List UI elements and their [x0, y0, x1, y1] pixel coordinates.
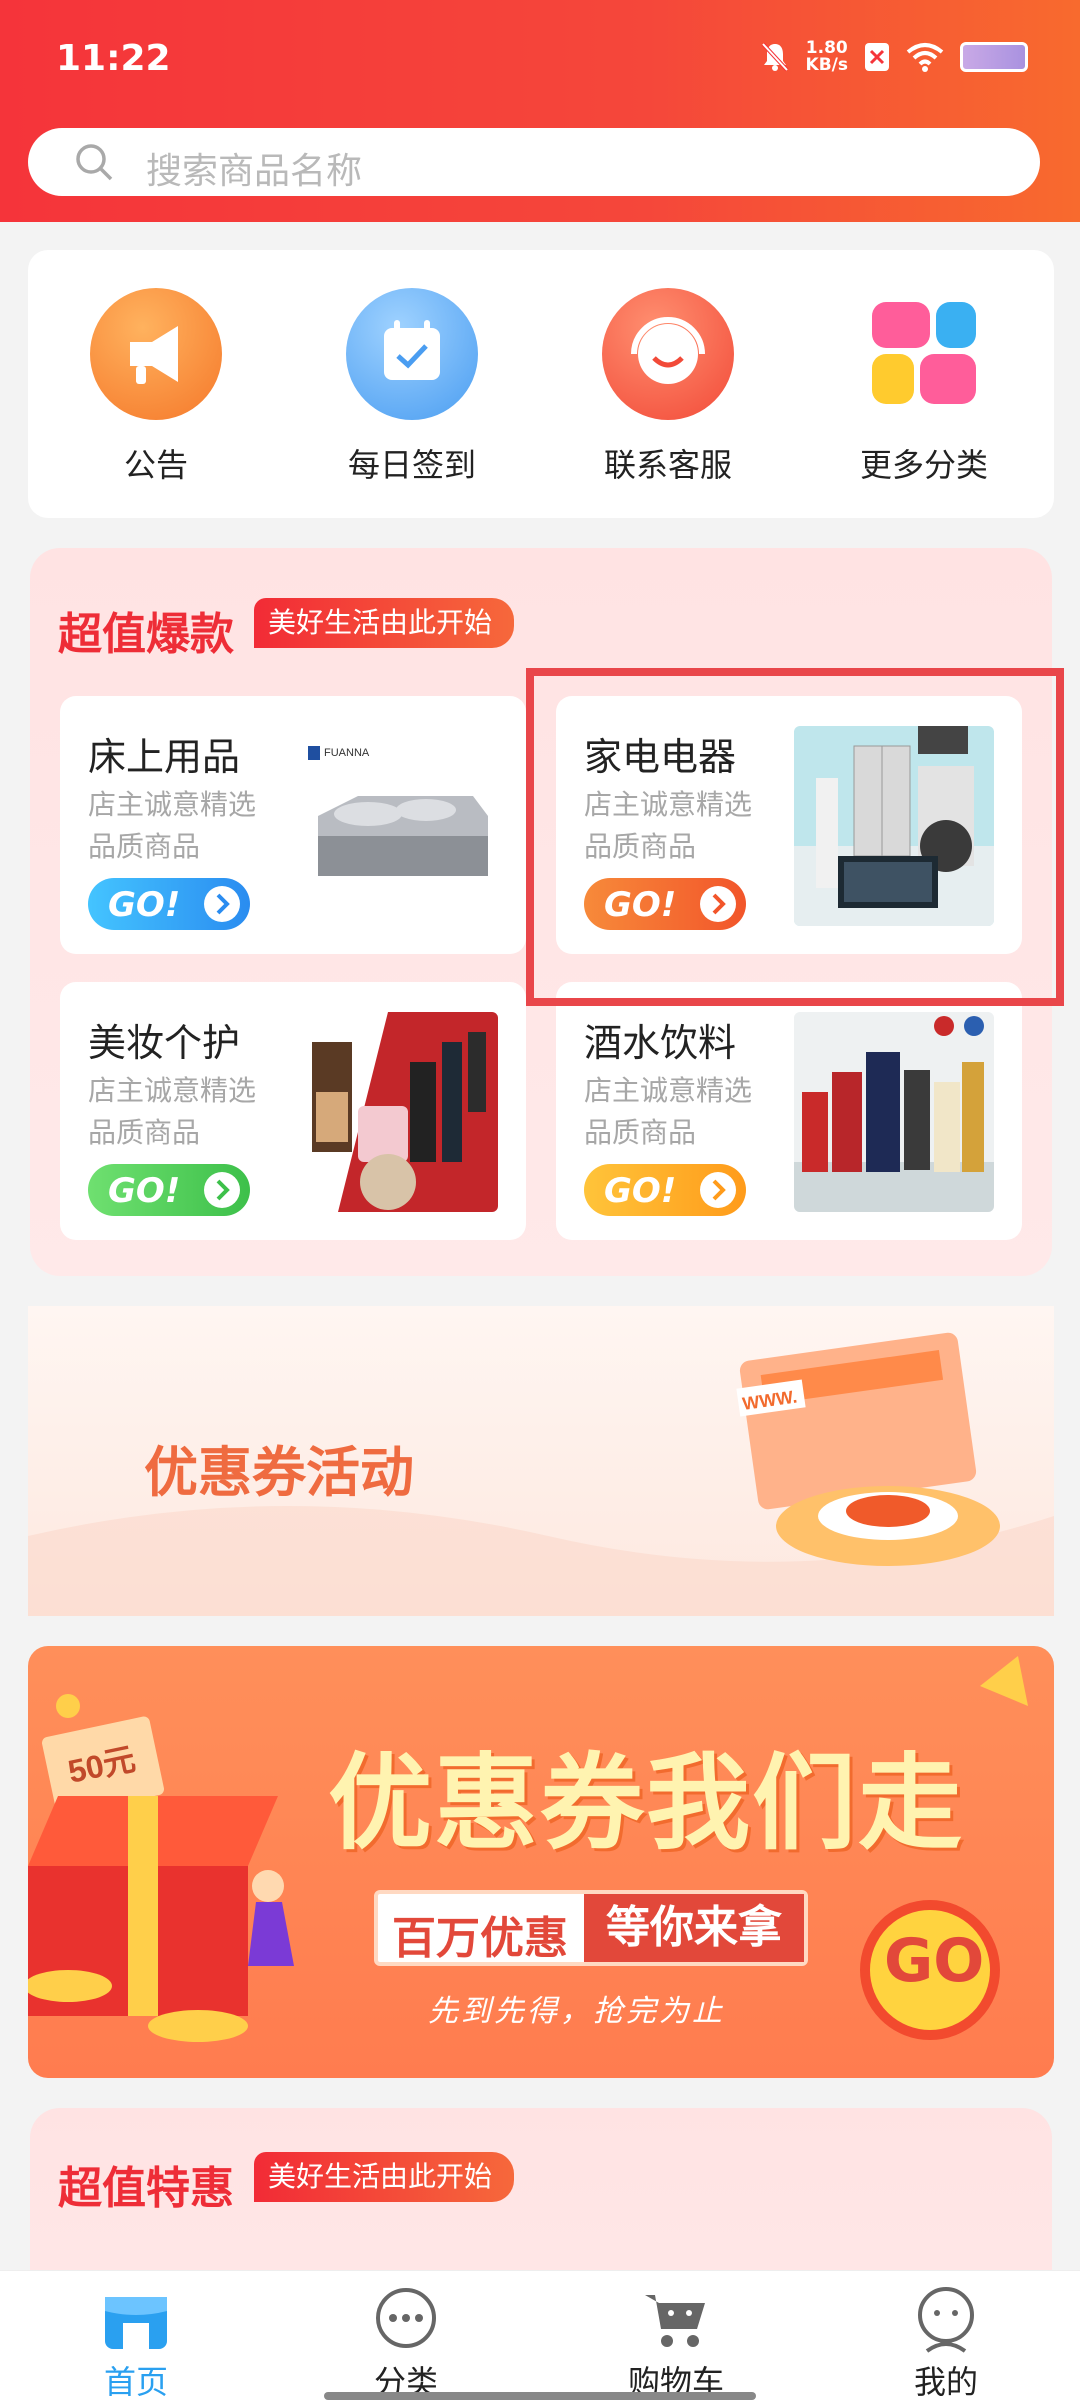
- product-card-liquor[interactable]: 酒水饮料 店主诚意精选品质商品 GO!: [556, 982, 1022, 1240]
- bedding-photo: FUANNA: [298, 726, 498, 926]
- go-button[interactable]: GO!: [88, 878, 250, 930]
- go-button[interactable]: GO!: [584, 1164, 746, 1216]
- section-title: 超值特惠: [58, 2163, 234, 2214]
- header: 11:22 1.80 KB/s 搜索商品名称: [0, 0, 1080, 222]
- chevron-right-icon: [204, 886, 240, 922]
- tab-category[interactable]: 分类: [316, 2283, 496, 2403]
- tab-label: 我的: [913, 2363, 978, 2401]
- bottom-tab-bar: 首页 分类 购物车 我的: [0, 2270, 1080, 2408]
- promo-offer-box: 百万优惠 等你来拿: [374, 1890, 808, 1966]
- card-title: 床上用品: [88, 735, 241, 779]
- promo-go-label: GO: [884, 1926, 985, 1996]
- battery-icon: [960, 42, 1028, 72]
- product-card-cosmetics[interactable]: 美妆个护 店主诚意精选品质商品 GO!: [60, 982, 526, 1240]
- tab-home[interactable]: 首页: [46, 2283, 226, 2403]
- tab-label: 首页: [103, 2363, 168, 2401]
- net-speed: 1.80 KB/s: [806, 40, 848, 74]
- promo-box-right: 等你来拿: [584, 1894, 804, 1962]
- section-tag: 美好生活由此开始: [254, 598, 515, 648]
- tab-mine[interactable]: 我的: [856, 2283, 1036, 2403]
- card-subtitle: 店主诚意精选品质商品: [88, 788, 257, 863]
- section-title: 超值爆款: [58, 609, 234, 660]
- brand-logo-text: FUANNA: [324, 747, 370, 759]
- tab-cart[interactable]: 购物车: [586, 2283, 766, 2403]
- promo-title: 优惠券我们走: [328, 1742, 965, 1864]
- net-speed-unit: KB/s: [805, 55, 848, 75]
- home-indicator[interactable]: [324, 2392, 756, 2400]
- headset-icon: [602, 288, 734, 420]
- quick-item-label: 更多分类: [859, 446, 988, 484]
- chevron-right-icon: [700, 1172, 736, 1208]
- section-tag: 美好生活由此开始: [254, 2152, 515, 2202]
- card-title: 酒水饮料: [584, 1021, 737, 1065]
- go-label: GO!: [108, 1171, 181, 1211]
- search-placeholder: 搜索商品名称: [146, 151, 363, 192]
- search-icon: [76, 144, 113, 181]
- go-label: GO!: [108, 885, 181, 925]
- status-bar: 11:22 1.80 KB/s: [0, 0, 1080, 120]
- promo-subtitle: 先到先得，抢完为止: [428, 1994, 725, 2029]
- more-dots-icon: [371, 2283, 441, 2353]
- card-title: 美妆个护: [88, 1021, 241, 1065]
- quick-item-label: 每日签到: [347, 446, 476, 484]
- go-button[interactable]: GO!: [88, 1164, 250, 1216]
- quick-item-checkin[interactable]: 每日签到: [312, 288, 512, 486]
- promo-box-left: 百万优惠: [392, 1913, 568, 1964]
- coupon-activity-title: 优惠券活动: [144, 1441, 414, 1504]
- status-icons: 1.80 KB/s: [760, 40, 1028, 74]
- card-subtitle: 店主诚意精选品质商品: [584, 1074, 753, 1149]
- user-icon: [911, 2283, 981, 2353]
- chevron-right-icon: [204, 1172, 240, 1208]
- quick-item-label: 联系客服: [603, 446, 732, 484]
- quick-item-more[interactable]: 更多分类: [824, 288, 1024, 486]
- quick-item-label: 公告: [123, 446, 188, 484]
- go-label: GO!: [604, 1171, 677, 1211]
- quick-item-announcement[interactable]: 公告: [56, 288, 256, 486]
- mute-bell-icon: [761, 42, 789, 72]
- wifi-icon: [906, 43, 944, 72]
- selection-highlight: [526, 668, 1064, 1006]
- megaphone-icon: [90, 288, 222, 420]
- coupon-promo-banner[interactable]: 50元 优惠券我们走 百万优惠 等你来拿 先到先得，抢完为止 GO: [28, 1646, 1054, 2078]
- coupon-activity-banner[interactable]: WWW. 优惠券活动: [28, 1306, 1054, 1616]
- liquor-photo: [794, 1012, 994, 1212]
- cosmetics-photo: [298, 1012, 498, 1212]
- category-grid-icon: [858, 288, 990, 420]
- calendar-check-icon: [346, 288, 478, 420]
- promo-go-button[interactable]: GO: [860, 1900, 1000, 2040]
- product-card-bedding[interactable]: 床上用品 店主诚意精选品质商品 GO! FUANNA: [60, 696, 526, 954]
- status-time: 11:22: [56, 38, 171, 79]
- search-bar[interactable]: 搜索商品名称: [28, 128, 1040, 196]
- quick-menu: 公告 每日签到 联系客服 更多分类: [28, 250, 1054, 518]
- store-icon: [101, 2283, 171, 2353]
- quick-item-service[interactable]: 联系客服: [568, 288, 768, 486]
- cart-icon: [641, 2283, 711, 2353]
- card-subtitle: 店主诚意精选品质商品: [88, 1074, 257, 1149]
- sim-disabled-icon: [865, 43, 889, 71]
